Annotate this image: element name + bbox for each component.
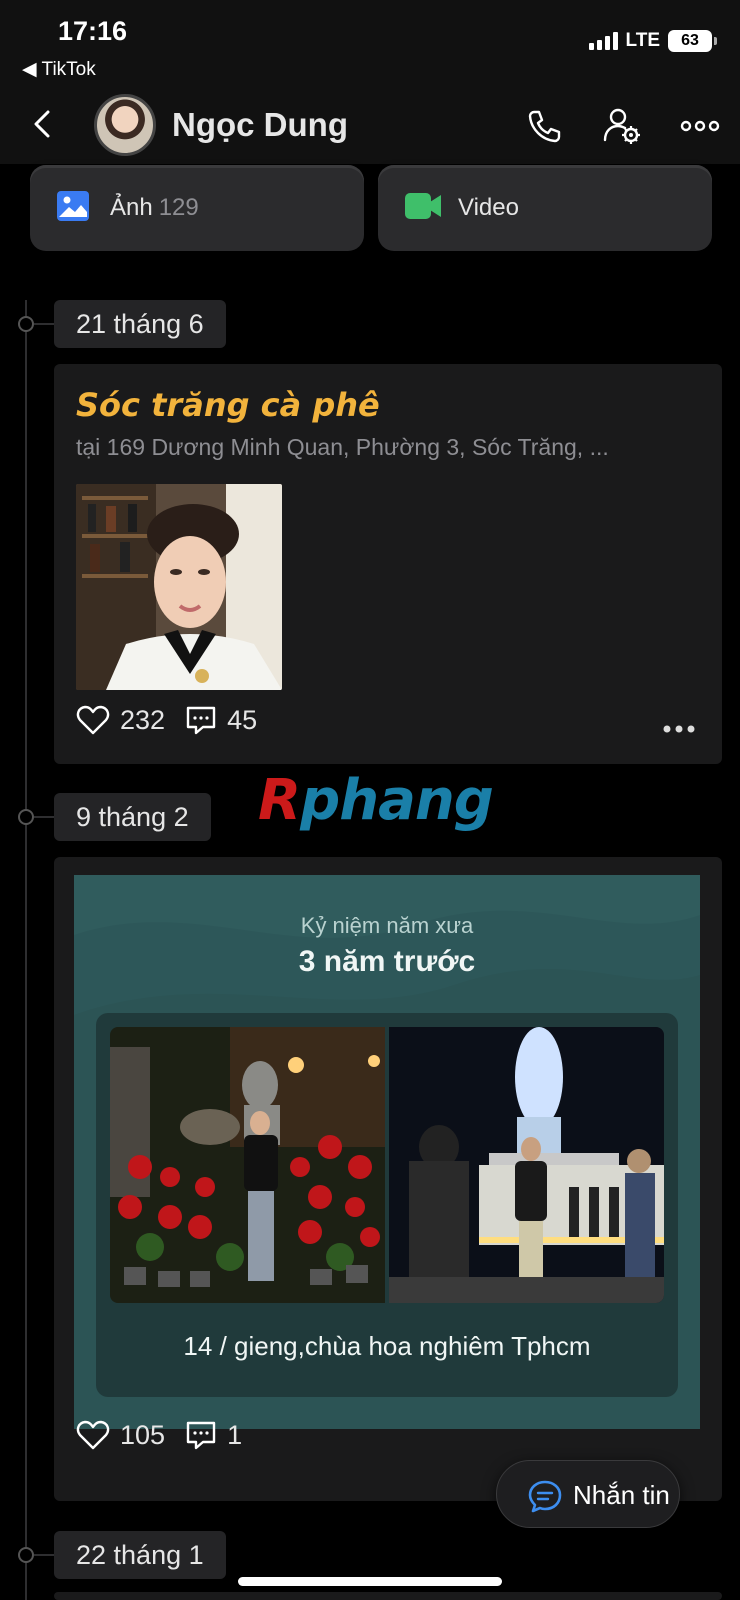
comment-count: 1 <box>227 1419 243 1450</box>
date-label: 9 tháng 2 <box>54 793 211 841</box>
status-time: 17:16 <box>58 16 128 46</box>
memory-post-card[interactable]: Kỷ niệm năm xưa 3 năm trước 14 / gieng,c… <box>54 857 722 1501</box>
video-label: Video <box>458 194 519 221</box>
memory-card[interactable]: Kỷ niệm năm xưa 3 năm trước 14 / gieng,c… <box>74 875 700 1429</box>
signal-icon <box>588 32 618 50</box>
post-card[interactable]: Sóc trăng cà phê tại 169 Dương Minh Quan… <box>54 364 722 764</box>
comment-count: 45 <box>227 704 258 735</box>
photos-button[interactable]: Ảnh 129 <box>30 165 364 251</box>
comment-button[interactable]: 45 <box>185 705 257 736</box>
post-card[interactable] <box>54 1592 722 1600</box>
like-count: 105 <box>120 1419 166 1450</box>
post-more-icon[interactable] <box>662 724 696 734</box>
back-chevron-icon[interactable] <box>26 104 62 144</box>
chat-bubble-icon <box>528 1480 562 1513</box>
date-label: 22 tháng 1 <box>54 1531 226 1579</box>
image-icon <box>57 191 89 221</box>
timeline-dot <box>18 809 34 825</box>
contact-name[interactable]: Ngọc Dung <box>172 106 348 144</box>
memory-photo[interactable] <box>389 1027 664 1303</box>
post-photo[interactable] <box>76 484 282 690</box>
memory-photos[interactable] <box>110 1027 664 1303</box>
home-indicator[interactable] <box>238 1577 502 1586</box>
memory-subtitle: Kỷ niệm năm xưa <box>300 913 474 938</box>
battery-icon: 63 <box>668 30 717 52</box>
video-camera-icon <box>405 193 441 219</box>
check-in-address[interactable]: tại 169 Dương Minh Quan, Phường 3, Sóc T… <box>76 434 609 461</box>
back-to-app-link[interactable]: ◀ TikTok <box>22 58 96 81</box>
comment-button[interactable]: 1 <box>185 1420 242 1451</box>
phone-call-icon[interactable] <box>522 104 566 148</box>
comment-icon <box>186 706 216 735</box>
memory-title: 3 năm trước <box>298 945 476 978</box>
message-button[interactable]: Nhắn tin <box>496 1460 680 1528</box>
timeline-line <box>25 300 27 1600</box>
chat-header: Ngọc Dung <box>0 86 740 164</box>
watermark-logo: Rphang <box>258 768 494 833</box>
check-in-title[interactable]: Sóc trăng cà phê <box>76 386 380 424</box>
timeline-dot <box>18 1547 34 1563</box>
timeline-connector <box>34 1554 54 1556</box>
heart-icon <box>76 1420 110 1450</box>
memory-photo[interactable] <box>110 1027 385 1303</box>
user-settings-icon[interactable] <box>600 104 644 148</box>
comment-icon <box>186 1421 216 1450</box>
timeline-connector <box>34 816 54 818</box>
status-bar: 17:16 ◀ TikTok LTE 63 <box>0 0 740 86</box>
timeline-connector <box>34 323 54 325</box>
date-label: 21 tháng 6 <box>54 300 226 348</box>
avatar[interactable] <box>94 94 156 156</box>
post-actions: 232 45 <box>76 704 277 736</box>
memory-caption: 14 / gieng,chùa hoa nghiêm Tphcm <box>183 1331 591 1361</box>
message-button-label: Nhắn tin <box>573 1480 670 1510</box>
timeline-dot <box>18 316 34 332</box>
memory-content: 14 / gieng,chùa hoa nghiêm Tphcm <box>96 1013 678 1397</box>
more-options-icon[interactable] <box>678 104 722 148</box>
network-type: LTE <box>625 30 660 51</box>
photos-label: Ảnh <box>110 194 153 221</box>
post-actions: 105 1 <box>76 1419 262 1451</box>
like-button[interactable]: 232 <box>76 704 165 736</box>
like-button[interactable]: 105 <box>76 1419 165 1451</box>
video-button[interactable]: Video <box>378 165 712 251</box>
heart-icon <box>76 705 110 735</box>
photos-count: 129 <box>158 194 199 221</box>
status-indicators: LTE 63 <box>588 30 717 52</box>
like-count: 232 <box>120 704 166 735</box>
